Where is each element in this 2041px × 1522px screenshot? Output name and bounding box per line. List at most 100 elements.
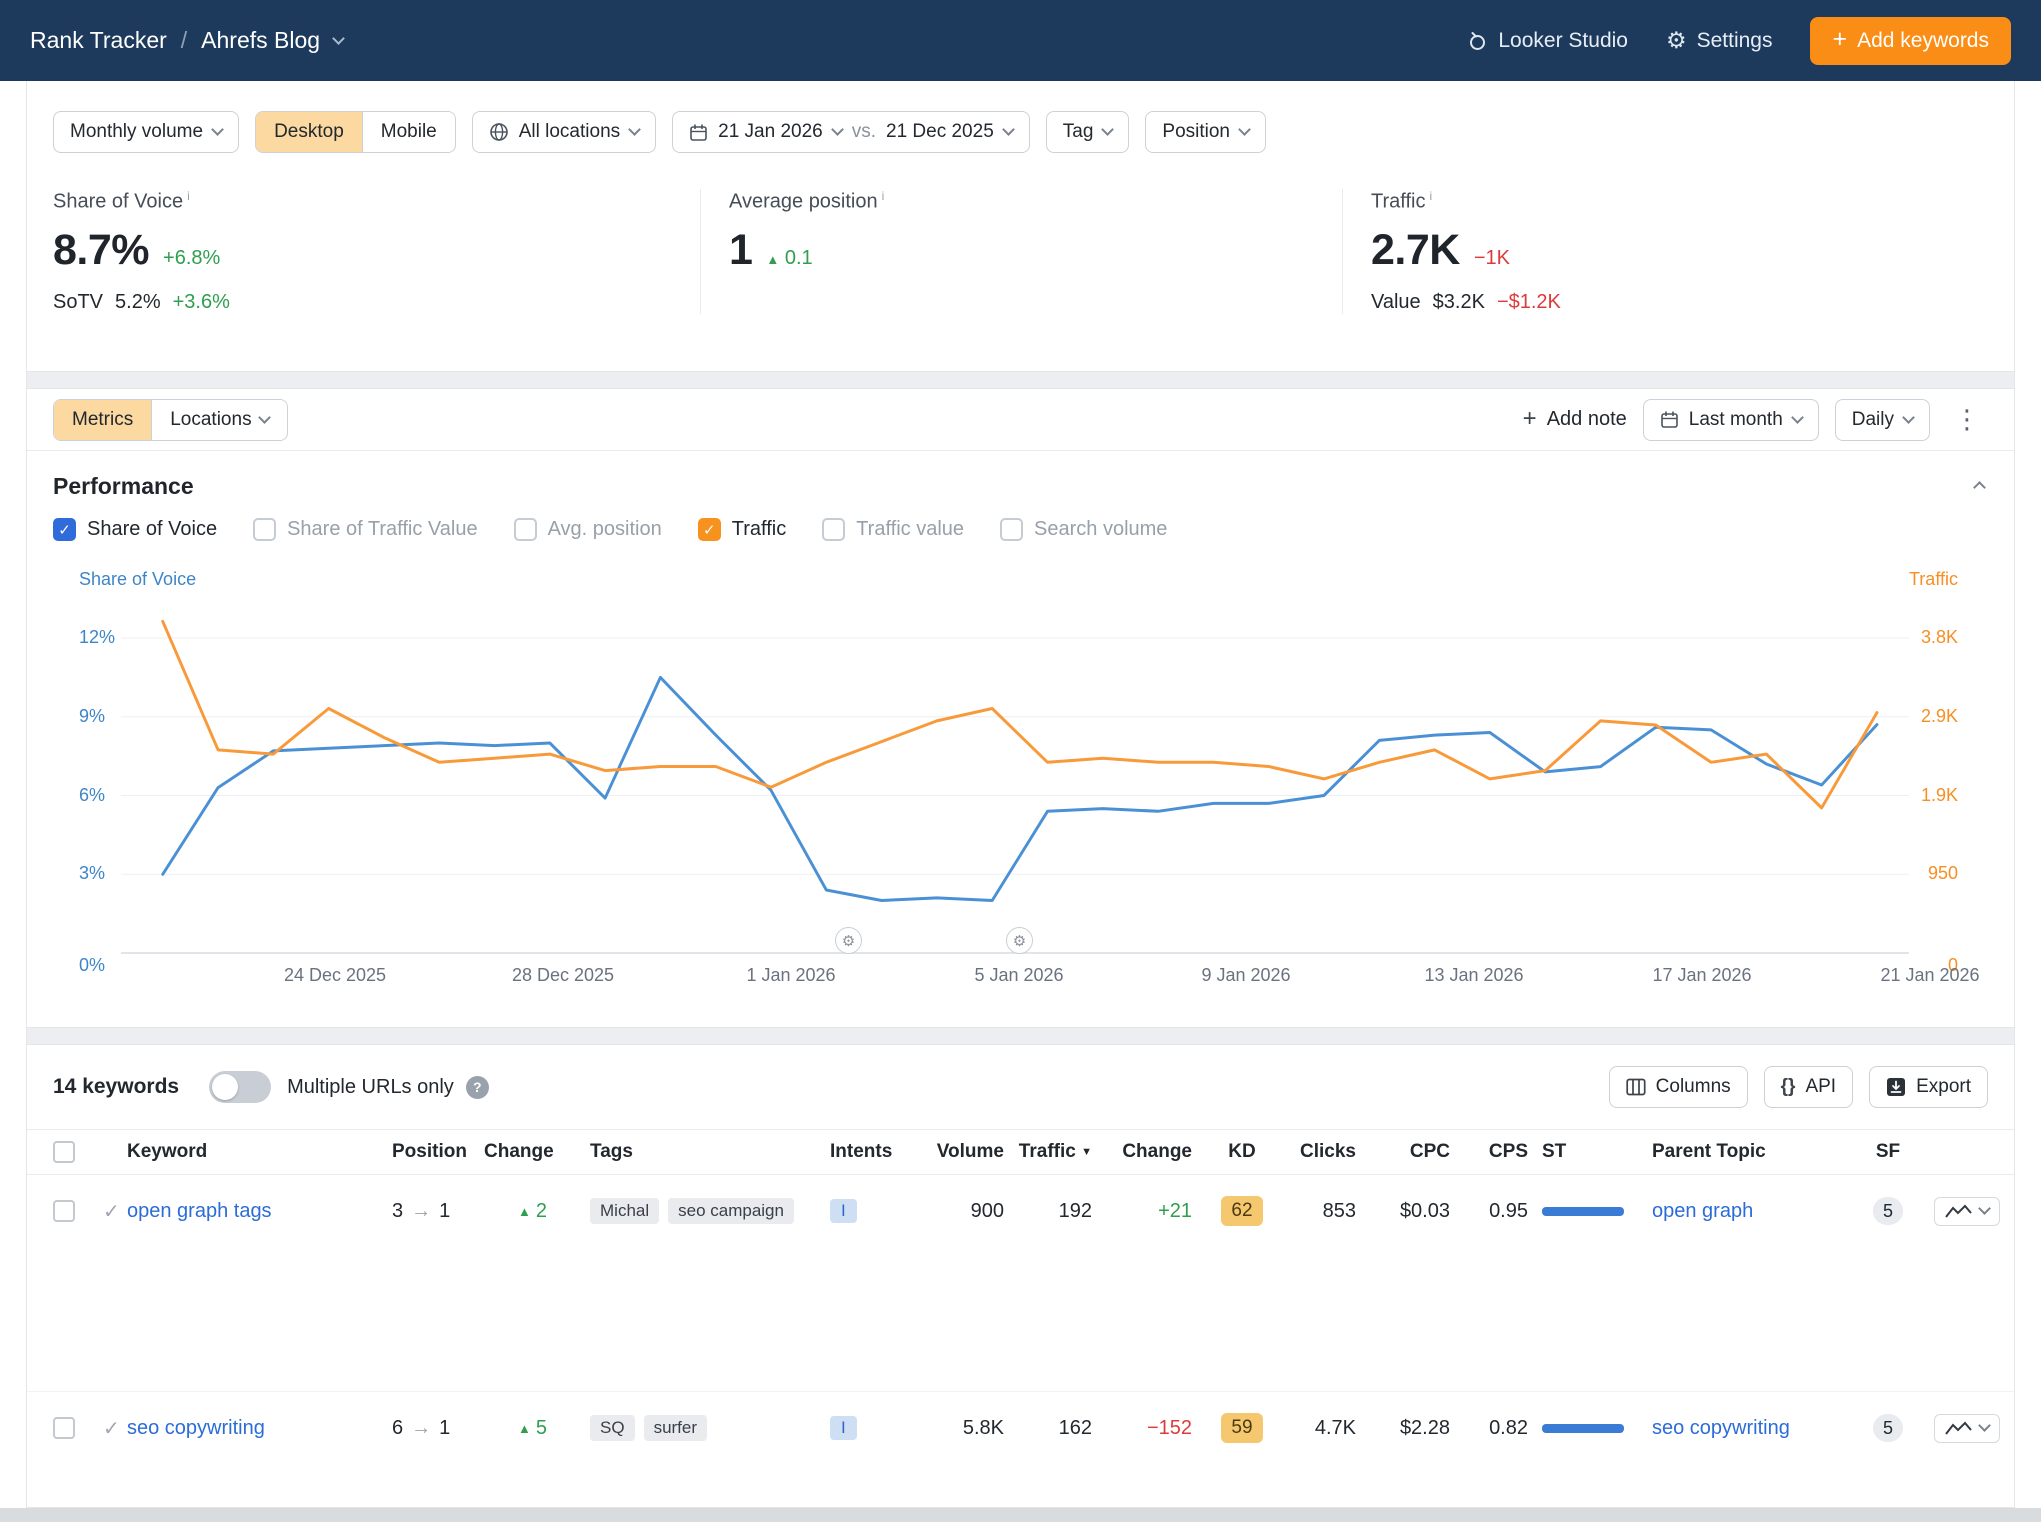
- up-triangle-icon: ▲: [518, 1204, 531, 1219]
- position-change-cell: ▲ 5: [484, 1410, 590, 1446]
- header-sf[interactable]: SF: [1857, 1141, 1919, 1163]
- header-st[interactable]: ST: [1542, 1141, 1652, 1163]
- chevron-down-icon: [211, 123, 224, 136]
- header-clicks[interactable]: Clicks: [1278, 1141, 1370, 1163]
- help-icon[interactable]: ?: [466, 1076, 489, 1099]
- checkbox-share-of-traffic-value[interactable]: Share of Traffic Value: [253, 518, 477, 541]
- metrics-locations-segmented: Metrics Locations: [53, 399, 288, 441]
- kebab-menu-icon[interactable]: ⋮: [1946, 404, 1988, 435]
- row-checkbox[interactable]: [53, 1200, 75, 1222]
- add-keywords-button[interactable]: + Add keywords: [1810, 17, 2011, 65]
- header-cpc[interactable]: CPC: [1370, 1141, 1464, 1163]
- left-axis-tick: 12%: [79, 627, 115, 648]
- parent-topic-link[interactable]: seo copywriting: [1652, 1417, 1790, 1440]
- header-keyword[interactable]: Keyword: [127, 1141, 392, 1163]
- kd-cell: 59: [1206, 1410, 1278, 1446]
- add-keywords-label: Add keywords: [1857, 29, 1989, 53]
- looker-studio-button[interactable]: Looker Studio: [1466, 29, 1628, 53]
- tab-locations[interactable]: Locations: [151, 400, 286, 440]
- vs-label: vs.: [852, 121, 876, 143]
- tag-chip[interactable]: surfer: [644, 1415, 707, 1441]
- select-all-checkbox[interactable]: [53, 1141, 75, 1163]
- parent-topic-link[interactable]: open graph: [1652, 1200, 1753, 1223]
- sparkline-icon: [1945, 1204, 1972, 1219]
- api-button[interactable]: {} API: [1764, 1066, 1853, 1108]
- date-current: 21 Jan 2026: [718, 121, 823, 143]
- header-tags[interactable]: Tags: [590, 1141, 830, 1163]
- columns-button[interactable]: Columns: [1609, 1066, 1748, 1108]
- position-change-value: 2: [536, 1200, 547, 1223]
- checkbox-share-of-voice[interactable]: ✓ Share of Voice: [53, 518, 217, 541]
- header-traffic-change[interactable]: Change: [1106, 1141, 1206, 1163]
- intent-badge[interactable]: I: [830, 1199, 857, 1223]
- tag-chip[interactable]: Michal: [590, 1198, 659, 1224]
- export-button[interactable]: Export: [1869, 1066, 1988, 1108]
- horizontal-scrollbar[interactable]: [0, 1508, 2041, 1522]
- multiple-urls-toggle[interactable]: [209, 1071, 271, 1103]
- position-dropdown[interactable]: Position: [1145, 111, 1266, 153]
- position-from: 6: [392, 1417, 403, 1440]
- header-kd[interactable]: KD: [1206, 1141, 1278, 1163]
- cpc-cell: $2.28: [1370, 1410, 1464, 1446]
- period-dropdown[interactable]: Last month: [1643, 399, 1819, 441]
- average-position-change-value: 0.1: [785, 247, 813, 269]
- keyword-link[interactable]: seo copywriting: [127, 1417, 265, 1440]
- add-note-label: Add note: [1547, 408, 1627, 431]
- chart-note-marker[interactable]: ⚙: [835, 927, 862, 954]
- tab-metrics[interactable]: Metrics: [54, 400, 151, 440]
- x-axis-tick: 24 Dec 2025: [284, 965, 386, 986]
- filters-stats-card: Monthly volume Desktop Mobile All locati…: [26, 81, 2015, 372]
- checkbox-avg-position[interactable]: Avg. position: [514, 518, 662, 541]
- keywords-topbar: 14 keywords Multiple URLs only ? Columns…: [27, 1045, 2014, 1129]
- header-volume[interactable]: Volume: [922, 1141, 1018, 1163]
- header-change[interactable]: Change: [484, 1141, 590, 1163]
- checkbox-traffic[interactable]: ✓ Traffic: [698, 518, 786, 541]
- position-history-button[interactable]: [1934, 1414, 2000, 1443]
- position-to: 1: [439, 1200, 450, 1223]
- checkbox-label: Share of Traffic Value: [287, 518, 477, 541]
- volume-dropdown[interactable]: Monthly volume: [53, 111, 239, 153]
- x-axis-tick: 5 Jan 2026: [974, 965, 1063, 986]
- info-icon: i: [1429, 189, 1432, 203]
- chart-note-marker[interactable]: ⚙: [1006, 927, 1033, 954]
- checkbox-label: Traffic: [732, 518, 786, 541]
- settings-button[interactable]: ⚙ Settings: [1666, 27, 1773, 54]
- checkbox-unchecked-icon: [1000, 518, 1023, 541]
- x-axis-tick: 9 Jan 2026: [1201, 965, 1290, 986]
- granularity-dropdown[interactable]: Daily: [1835, 399, 1930, 441]
- chevron-down-icon: [1978, 1419, 1991, 1432]
- top-navbar: Rank Tracker / Ahrefs Blog Looker Studio…: [0, 0, 2041, 81]
- header-intents[interactable]: Intents: [830, 1141, 922, 1163]
- header-cps[interactable]: CPS: [1464, 1141, 1542, 1163]
- left-axis-tick: 3%: [79, 863, 105, 884]
- tag-chip[interactable]: seo campaign: [668, 1198, 794, 1224]
- date-range-control[interactable]: 21 Jan 2026 vs. 21 Dec 2025: [672, 111, 1030, 153]
- row-checkbox[interactable]: [53, 1417, 75, 1439]
- intent-badge[interactable]: I: [830, 1416, 857, 1440]
- checkbox-traffic-value[interactable]: Traffic value: [822, 518, 964, 541]
- tag-chip[interactable]: SQ: [590, 1415, 635, 1441]
- chevron-down-icon: [258, 411, 271, 424]
- gear-icon: ⚙: [1666, 27, 1687, 54]
- header-parent-topic[interactable]: Parent Topic: [1652, 1141, 1857, 1163]
- checkbox-unchecked-icon: [822, 518, 845, 541]
- right-axis-tick: 2.9K: [1921, 706, 1958, 727]
- device-desktop-button[interactable]: Desktop: [256, 112, 362, 152]
- collapse-section-button[interactable]: [1975, 479, 1984, 497]
- arrow-right-icon: →: [411, 1200, 431, 1223]
- header-traffic[interactable]: Traffic ▼: [1018, 1141, 1106, 1163]
- device-mobile-button[interactable]: Mobile: [362, 112, 455, 152]
- checkbox-label: Share of Voice: [87, 518, 217, 541]
- project-selector[interactable]: Ahrefs Blog: [201, 27, 320, 54]
- keyword-link[interactable]: open graph tags: [127, 1200, 272, 1223]
- locations-dropdown[interactable]: All locations: [472, 111, 656, 153]
- tag-dropdown[interactable]: Tag: [1046, 111, 1130, 153]
- add-note-button[interactable]: + Add note: [1523, 407, 1627, 433]
- chevron-up-icon: [1973, 481, 1986, 494]
- export-icon: [1886, 1077, 1906, 1097]
- header-position[interactable]: Position: [392, 1141, 484, 1163]
- date-compare: 21 Dec 2025: [886, 121, 994, 143]
- position-history-button[interactable]: [1934, 1197, 2000, 1226]
- checkbox-search-volume[interactable]: Search volume: [1000, 518, 1167, 541]
- kd-badge: 59: [1221, 1413, 1262, 1443]
